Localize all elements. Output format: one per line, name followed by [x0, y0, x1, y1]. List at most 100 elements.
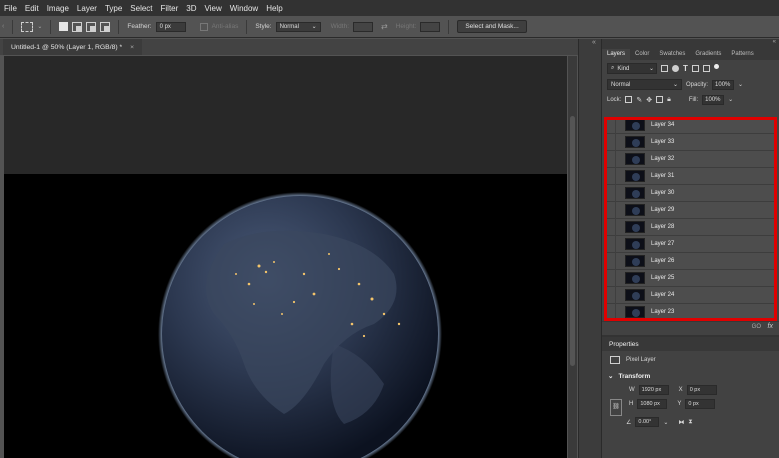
list-item[interactable]: Layer 25: [605, 269, 777, 287]
visibility-toggle[interactable]: [605, 167, 616, 185]
visibility-toggle[interactable]: [605, 184, 616, 202]
menu-window[interactable]: Window: [226, 4, 262, 13]
angle-field[interactable]: 0.00°: [635, 417, 660, 427]
shape-filter-icon[interactable]: [691, 65, 699, 72]
flip-vertical-icon[interactable]: ⧗: [688, 419, 692, 426]
style-select[interactable]: Normal ⌄: [275, 21, 321, 32]
new-selection-icon[interactable]: [59, 22, 69, 31]
visibility-toggle[interactable]: [605, 133, 616, 151]
lock-icon[interactable]: 🔒︎: [667, 96, 671, 104]
visibility-toggle[interactable]: [605, 303, 616, 320]
visibility-toggle[interactable]: [605, 286, 616, 304]
kind-select[interactable]: ⌕ Kind ⌄: [607, 63, 657, 74]
list-item[interactable]: Layer 28: [605, 218, 777, 236]
menu-3d[interactable]: 3D: [182, 4, 200, 13]
height-field[interactable]: 1080 px: [637, 399, 668, 409]
adjustment-filter-icon[interactable]: [672, 65, 679, 72]
layer-thumbnail: [625, 306, 645, 318]
chevron-down-icon[interactable]: ⌄: [37, 23, 42, 30]
width-field[interactable]: 1920 px: [638, 385, 669, 395]
menu-file[interactable]: File: [0, 4, 21, 13]
fill-input[interactable]: 100%: [702, 94, 725, 105]
list-item[interactable]: Layer 34: [605, 117, 777, 134]
visibility-toggle[interactable]: [605, 218, 616, 236]
menu-select[interactable]: Select: [126, 4, 156, 13]
list-item[interactable]: Layer 31: [605, 167, 777, 185]
expand-icon[interactable]: «: [592, 39, 596, 46]
list-item[interactable]: Layer 30: [605, 184, 777, 202]
visibility-toggle[interactable]: [605, 252, 616, 270]
blend-row: Normal ⌄ Opacity: 100% ⌄: [602, 77, 779, 92]
menu-edit[interactable]: Edit: [21, 4, 43, 13]
chevron-down-icon[interactable]: ⌄: [728, 96, 733, 103]
tab-swatches[interactable]: Swatches: [654, 51, 690, 60]
swap-icon[interactable]: ⇄: [381, 22, 388, 31]
select-and-mask-button[interactable]: Select and Mask...: [457, 20, 527, 33]
transform-header[interactable]: ⌄ Transform: [602, 369, 779, 383]
opacity-label: Opacity:: [686, 81, 709, 88]
lock-transparent-icon[interactable]: [625, 96, 633, 103]
layer-name: Layer 29: [651, 207, 675, 213]
tab-color[interactable]: Color: [630, 51, 654, 60]
menu-image[interactable]: Image: [43, 4, 73, 13]
tab-patterns[interactable]: Patterns: [726, 51, 758, 60]
pixel-filter-icon[interactable]: [661, 65, 668, 72]
visibility-toggle[interactable]: [605, 201, 616, 219]
style-label: Style:: [255, 23, 272, 30]
add-selection-icon[interactable]: [72, 21, 83, 32]
tab-gradients[interactable]: Gradients: [690, 51, 726, 60]
scrollbar-thumb[interactable]: [570, 116, 575, 366]
list-item[interactable]: Layer 32: [605, 150, 777, 168]
collapsed-panel-strip: «: [578, 39, 602, 458]
y-field[interactable]: 0 px: [685, 399, 716, 409]
close-icon[interactable]: ×: [130, 44, 134, 51]
list-item[interactable]: Layer 33: [605, 133, 777, 151]
link-layers-icon[interactable]: GO: [752, 324, 761, 330]
visibility-toggle[interactable]: [605, 269, 616, 287]
height-input[interactable]: [420, 21, 441, 32]
list-item[interactable]: Layer 24: [605, 286, 777, 304]
antialias-checkbox[interactable]: [199, 22, 208, 31]
collapse-panel-icon[interactable]: «: [773, 39, 776, 45]
pixel-layer-label: Pixel Layer: [626, 357, 656, 363]
flip-horizontal-icon[interactable]: ⧓: [678, 419, 684, 426]
list-item[interactable]: Layer 29: [605, 201, 777, 219]
move-icon[interactable]: ✥: [646, 96, 652, 104]
filter-toggle-icon[interactable]: [713, 64, 719, 69]
feather-input[interactable]: 0 px: [155, 21, 186, 32]
menu-help[interactable]: Help: [262, 4, 286, 13]
visibility-toggle[interactable]: [605, 150, 616, 168]
link-dimensions-icon[interactable]: ⛓︎: [610, 399, 622, 416]
brush-icon[interactable]: ✎: [636, 96, 642, 104]
layer-name: Layer 34: [651, 122, 675, 128]
fx-icon[interactable]: fx: [768, 323, 773, 330]
marquee-tool-icon[interactable]: [21, 21, 34, 32]
menu-view[interactable]: View: [201, 4, 226, 13]
artboard-icon[interactable]: [656, 96, 664, 103]
vertical-scrollbar[interactable]: [568, 56, 577, 458]
visibility-toggle[interactable]: [605, 117, 616, 134]
menu-layer[interactable]: Layer: [73, 4, 101, 13]
visibility-toggle[interactable]: [605, 235, 616, 253]
x-field[interactable]: 0 px: [686, 385, 717, 395]
chevron-down-icon[interactable]: ⌄: [663, 419, 668, 426]
tab-layers[interactable]: Layers: [602, 49, 631, 60]
menu-filter[interactable]: Filter: [157, 4, 183, 13]
document-tab[interactable]: Untitled-1 @ 50% (Layer 1, RGB/8) * ×: [3, 39, 143, 55]
subtract-selection-icon[interactable]: [86, 21, 97, 32]
chevron-down-icon[interactable]: ⌄: [738, 81, 743, 88]
opacity-input[interactable]: 100%: [712, 79, 735, 90]
canvas-area[interactable]: [4, 56, 567, 458]
type-filter-icon[interactable]: T: [683, 65, 688, 73]
list-item[interactable]: Layer 26: [605, 252, 777, 270]
layer-thumbnail: [625, 221, 645, 233]
smart-object-filter-icon[interactable]: [702, 65, 710, 72]
search-icon: ⌕: [611, 65, 615, 71]
layer-thumbnail: [625, 289, 645, 301]
width-input[interactable]: [353, 21, 374, 32]
list-item[interactable]: Layer 27: [605, 235, 777, 253]
intersect-selection-icon[interactable]: [100, 21, 111, 32]
list-item[interactable]: Layer 23: [605, 303, 777, 320]
blend-mode-select[interactable]: Normal ⌄: [607, 79, 682, 90]
menu-type[interactable]: Type: [101, 4, 126, 13]
